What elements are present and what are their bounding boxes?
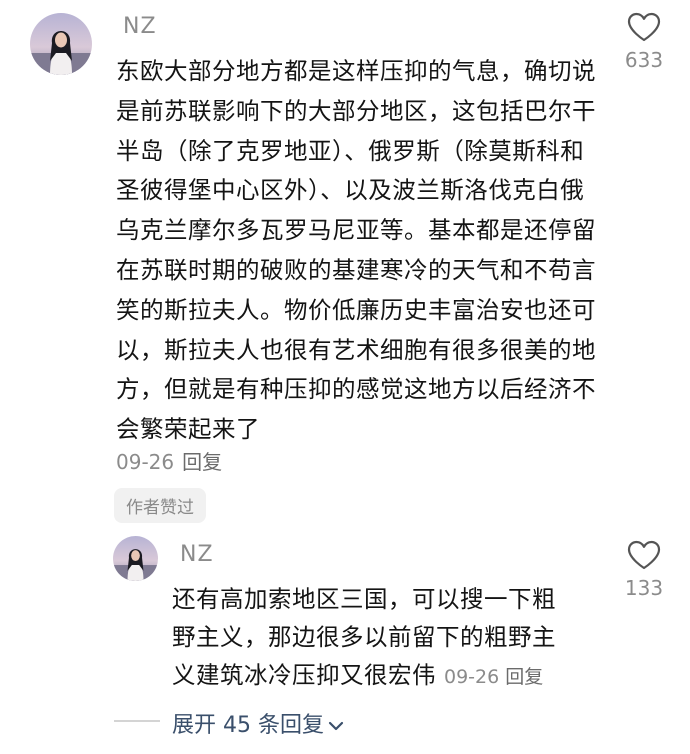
like-count: 633: [624, 48, 664, 72]
expand-divider: [114, 720, 160, 722]
comment-like[interactable]: 633: [614, 12, 674, 72]
reply-avatar[interactable]: [113, 536, 158, 581]
comment-avatar[interactable]: [30, 13, 92, 75]
like-count: 133: [624, 576, 664, 600]
author-liked-badge: 作者赞过: [114, 488, 206, 523]
reply-meta: 09-26 回复: [444, 666, 543, 688]
reply-body: 还有高加索地区三国，可以搜一下粗野主义，那边很多以前留下的粗野主义建筑冰冷压抑又…: [172, 580, 572, 696]
comment-meta: 09-26 回复: [116, 446, 222, 475]
reply-like[interactable]: 133: [614, 540, 674, 600]
comment-username[interactable]: NZ: [123, 14, 157, 39]
chevron-down-icon: [328, 713, 344, 738]
heart-outline-icon[interactable]: [627, 540, 661, 570]
expand-replies-button[interactable]: 展开 45 条回复: [172, 707, 344, 739]
comment-date: 09-26: [116, 450, 175, 474]
reply-button[interactable]: 回复: [505, 666, 543, 688]
comment-text: 东欧大部分地方都是这样压抑的气息，确切说是前苏联影响下的大部分地区，这包括巴尔干…: [116, 57, 596, 444]
reply-username[interactable]: NZ: [180, 542, 214, 567]
avatar-image: [30, 13, 92, 75]
reply-button[interactable]: 回复: [182, 450, 222, 474]
heart-outline-icon[interactable]: [627, 12, 661, 42]
expand-label: 展开 45 条回复: [172, 713, 324, 738]
avatar-image: [113, 536, 158, 581]
reply-date: 09-26: [443, 666, 500, 688]
